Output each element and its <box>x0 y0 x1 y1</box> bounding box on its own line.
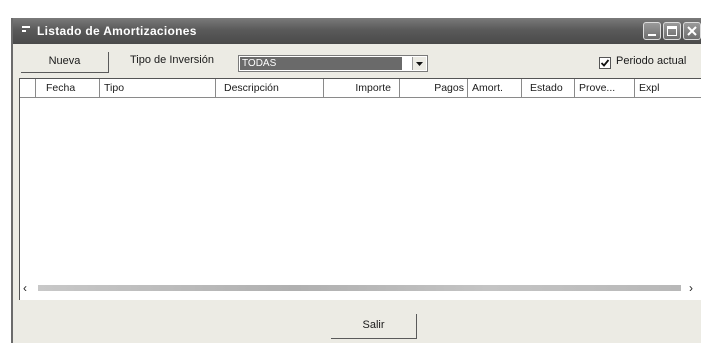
column-header-pagos[interactable]: Pagos <box>400 79 468 97</box>
title-bar[interactable]: Listado de Amortizaciones <box>13 18 701 44</box>
amortizations-window: Listado de Amortizaciones Nueva Tipo de … <box>11 18 701 343</box>
list-header: Fecha Tipo Descripción Importe Pagos Amo… <box>20 79 701 98</box>
amortizations-list[interactable]: Fecha Tipo Descripción Importe Pagos Amo… <box>19 78 701 300</box>
scrollbar-track[interactable] <box>38 285 681 291</box>
current-period-label: Periodo actual <box>616 55 687 67</box>
investment-type-value: TODAS <box>240 57 402 70</box>
column-header-expl[interactable]: Expl <box>635 79 701 97</box>
current-period-checkbox[interactable] <box>599 57 611 69</box>
investment-type-label: Tipo de Inversión <box>130 54 214 66</box>
column-header-fecha[interactable]: Fecha <box>36 79 100 97</box>
column-header-descripcion[interactable]: Descripción <box>216 79 324 97</box>
window-menu-icon[interactable] <box>21 23 33 37</box>
chevron-down-icon[interactable] <box>412 57 426 70</box>
column-header-tipo[interactable]: Tipo <box>100 79 216 97</box>
footer: Salir <box>13 300 701 343</box>
column-header-estado[interactable]: Estado <box>522 79 575 97</box>
close-icon[interactable] <box>683 22 701 40</box>
column-spacer <box>20 79 36 97</box>
horizontal-scrollbar[interactable]: ‹ › <box>20 277 701 299</box>
window-title: Listado de Amortizaciones <box>37 24 197 38</box>
investment-type-select[interactable]: TODAS <box>238 55 428 72</box>
new-button[interactable]: Nueva <box>21 52 109 73</box>
exit-button[interactable]: Salir <box>331 314 417 339</box>
column-header-amort[interactable]: Amort. <box>468 79 522 97</box>
toolbar: Nueva Tipo de Inversión TODAS Periodo ac… <box>13 44 701 76</box>
column-header-importe[interactable]: Importe <box>324 79 400 97</box>
scroll-right-icon[interactable]: › <box>689 281 699 295</box>
minimize-icon[interactable] <box>643 22 661 40</box>
scroll-left-icon[interactable]: ‹ <box>23 281 33 295</box>
column-header-proveedor[interactable]: Prove... <box>575 79 635 97</box>
maximize-icon[interactable] <box>663 22 681 40</box>
